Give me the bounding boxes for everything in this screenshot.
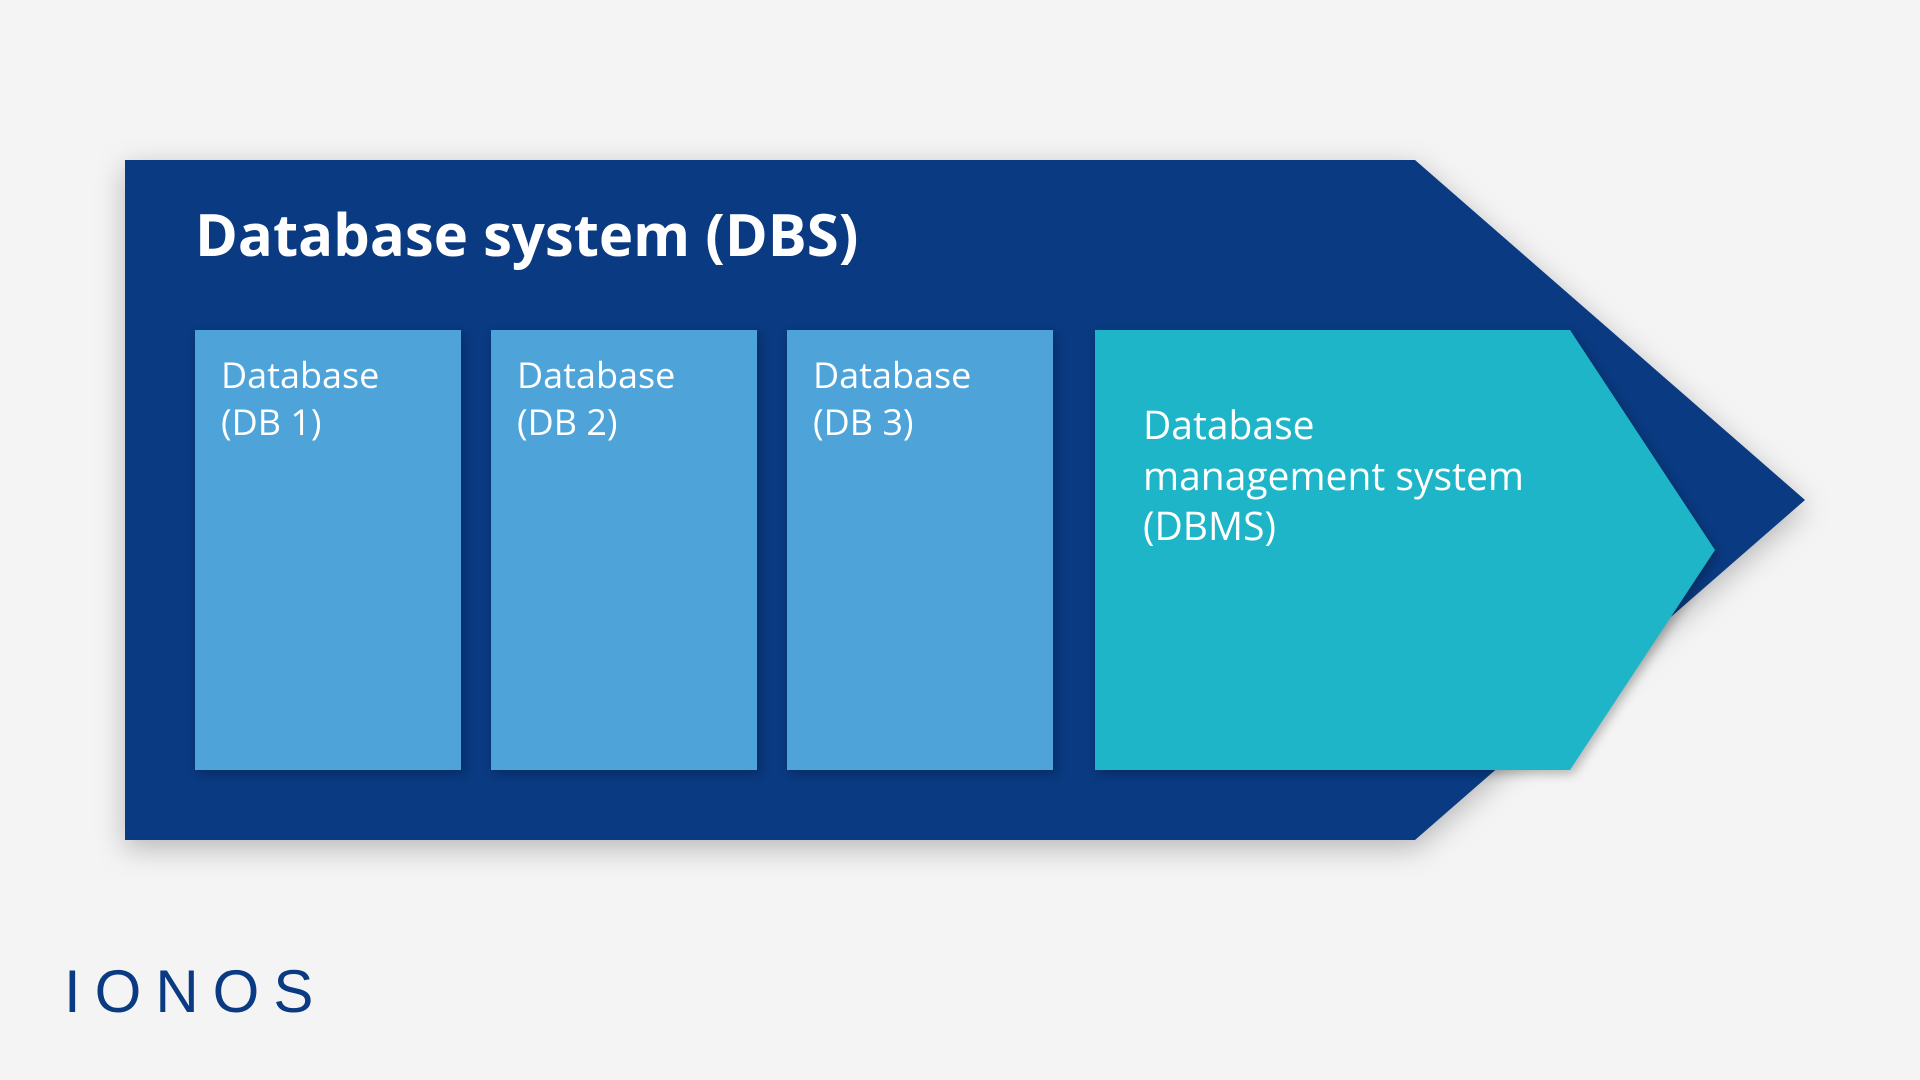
db-box-3-line2: (DB 3) xyxy=(813,399,1027,446)
dbms-line2: management system xyxy=(1143,451,1583,502)
db-box-1-line2: (DB 1) xyxy=(221,399,435,446)
dbms-label: Database management system (DBMS) xyxy=(1143,400,1583,552)
db-box-1-line1: Database xyxy=(221,352,435,399)
db-box-3: Database (DB 3) xyxy=(787,330,1053,770)
brand-logo: IONOS xyxy=(64,957,327,1026)
dbms-line1: Database xyxy=(1143,400,1583,451)
db-box-1: Database (DB 1) xyxy=(195,330,461,770)
db-box-2-line2: (DB 2) xyxy=(517,399,731,446)
dbs-title: Database system (DBS) xyxy=(195,202,858,266)
dbs-diagram: Database system (DBS) Database (DB 1) Da… xyxy=(125,160,1805,840)
dbms-line3: (DBMS) xyxy=(1143,501,1583,552)
dbms-box: Database management system (DBMS) xyxy=(1095,330,1715,770)
db-box-2-line1: Database xyxy=(517,352,731,399)
db-box-2: Database (DB 2) xyxy=(491,330,757,770)
db-box-3-line1: Database xyxy=(813,352,1027,399)
